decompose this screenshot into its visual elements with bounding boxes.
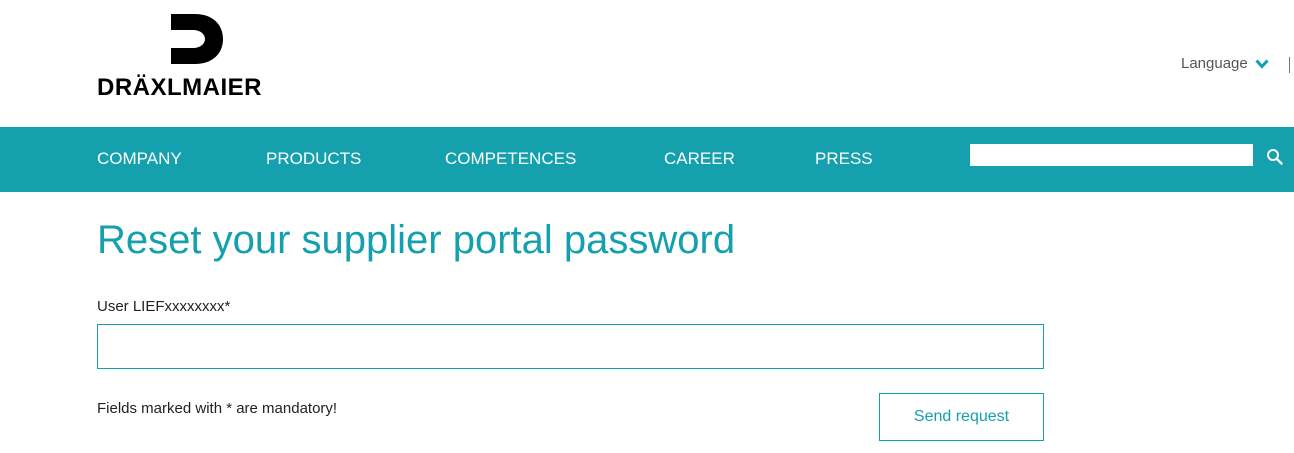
send-request-button[interactable]: Send request (879, 393, 1044, 441)
language-selector[interactable]: Language (1181, 55, 1269, 72)
page-title: Reset your supplier portal password (97, 218, 736, 262)
language-label: Language (1181, 55, 1248, 72)
nav-item-press[interactable]: PRESS (815, 149, 873, 169)
search-input[interactable] (970, 144, 1253, 166)
mandatory-fields-note: Fields marked with * are mandatory! (97, 400, 338, 417)
nav-item-competences[interactable]: COMPETENCES (445, 149, 576, 169)
nav-item-company[interactable]: COMPANY (97, 149, 182, 169)
user-field-label: User LIEFxxxxxxxx* (97, 298, 231, 315)
search-icon[interactable] (1266, 148, 1284, 166)
logo-text: DRÄXLMAIER (97, 74, 262, 101)
site-header: DRÄXLMAIER Language (0, 0, 1294, 127)
draexlmaier-d-logo-icon (171, 14, 223, 64)
nav-item-career[interactable]: CAREER (664, 149, 735, 169)
header-divider (1289, 57, 1290, 73)
chevron-down-icon (1255, 58, 1269, 69)
draexlmaier-logo[interactable]: DRÄXLMAIER (97, 14, 307, 104)
main-navigation: COMPANY PRODUCTS COMPETENCES CAREER PRES… (0, 127, 1294, 192)
user-input[interactable] (97, 324, 1044, 369)
nav-item-products[interactable]: PRODUCTS (266, 149, 361, 169)
